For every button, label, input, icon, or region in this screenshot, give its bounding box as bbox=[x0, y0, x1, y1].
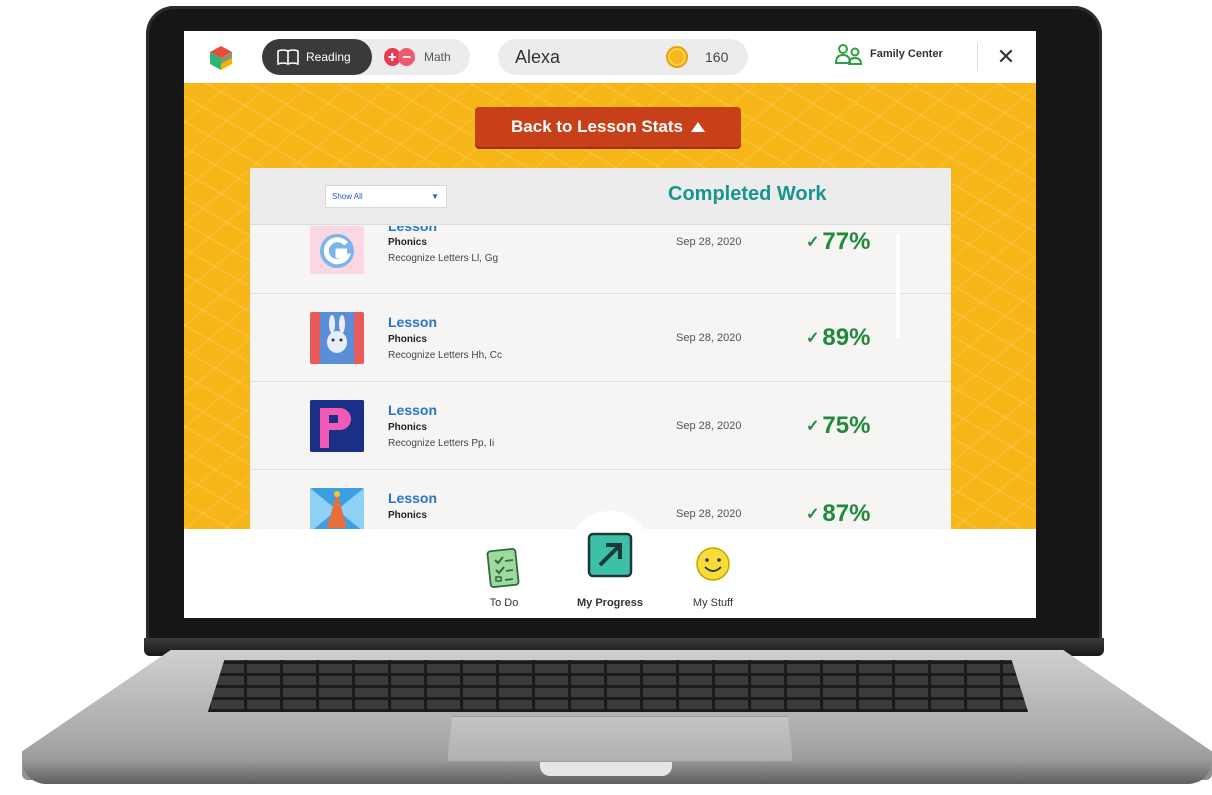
lesson-description: Recognize Letters Ll, Gg bbox=[388, 253, 499, 264]
lesson-score: ✓ 87% bbox=[806, 500, 870, 528]
nav-my-stuff-label: My Stuff bbox=[692, 597, 734, 609]
lesson-category: Phonics bbox=[388, 510, 427, 521]
laptop-notch bbox=[540, 762, 672, 776]
chevron-down-icon: ▼ bbox=[431, 192, 439, 201]
lesson-type: Lesson bbox=[388, 402, 438, 418]
tab-reading-label: Reading bbox=[306, 50, 351, 64]
check-icon: ✓ bbox=[806, 506, 820, 523]
filter-select[interactable]: Show All ▼ bbox=[325, 185, 447, 208]
coin-icon bbox=[666, 46, 688, 68]
laptop-mockup: Reading Math Alexa 160 Family Center ✕ B… bbox=[0, 0, 1212, 795]
completed-work-list: Lesson Phonics Recognize Letters Ll, Gg … bbox=[250, 226, 951, 529]
lesson-type: Lesson bbox=[388, 490, 438, 506]
laptop-keyboard bbox=[208, 660, 1028, 712]
check-icon: ✓ bbox=[806, 418, 820, 435]
plus-minus-icon bbox=[384, 48, 415, 66]
lesson-thumbnail bbox=[310, 226, 364, 274]
lesson-type: Lesson bbox=[388, 226, 438, 234]
progress-arrow-icon bbox=[587, 532, 633, 578]
lesson-date: Sep 28, 2020 bbox=[676, 420, 742, 432]
app-screen: Reading Math Alexa 160 Family Center ✕ B… bbox=[184, 31, 1036, 618]
lesson-category: Phonics bbox=[388, 237, 427, 248]
caret-up-icon bbox=[690, 122, 705, 132]
nav-my-progress-label: My Progress bbox=[576, 597, 644, 609]
tab-math-label: Math bbox=[424, 50, 451, 64]
lesson-score-value: 87% bbox=[822, 500, 871, 527]
tab-reading[interactable]: Reading bbox=[262, 39, 372, 75]
letter-g-thumbnail-icon bbox=[320, 234, 354, 268]
lesson-category: Phonics bbox=[388, 334, 427, 345]
book-icon bbox=[277, 49, 299, 65]
app-logo-cube-icon[interactable] bbox=[209, 45, 233, 71]
lesson-score: ✓ 77% bbox=[806, 228, 870, 256]
lesson-date: Sep 28, 2020 bbox=[676, 508, 742, 520]
family-center-button[interactable]: Family Center bbox=[834, 43, 943, 65]
user-name: Alexa bbox=[515, 47, 561, 67]
lesson-description: Recognize Letters Hh, Cc bbox=[388, 350, 502, 361]
panel-header: Show All ▼ Completed Work bbox=[250, 168, 951, 225]
check-icon: ✓ bbox=[806, 330, 820, 347]
bottom-nav: To Do My Progress My Stuff bbox=[184, 511, 1036, 618]
content-area: Back to Lesson Stats Show All ▼ Complete… bbox=[184, 83, 1036, 529]
checklist-icon bbox=[486, 548, 520, 588]
user-pill[interactable]: Alexa 160 bbox=[498, 39, 748, 75]
back-to-lesson-stats-button[interactable]: Back to Lesson Stats bbox=[475, 107, 741, 147]
lesson-category: Phonics bbox=[388, 422, 427, 433]
lesson-score-value: 77% bbox=[822, 228, 871, 255]
tab-math[interactable]: Math bbox=[384, 39, 451, 75]
coin-count: 160 bbox=[705, 49, 729, 65]
rocket-thumbnail-icon bbox=[310, 488, 364, 529]
rabbit-thumbnail-icon bbox=[320, 312, 354, 364]
panel-title: Completed Work bbox=[668, 183, 827, 205]
lesson-thumbnail bbox=[310, 400, 364, 452]
lesson-type: Lesson bbox=[388, 314, 438, 330]
list-item[interactable]: Lesson Phonics Recognize Letters Pp, Ii … bbox=[250, 382, 951, 470]
lesson-thumbnail bbox=[310, 312, 364, 364]
check-icon: ✓ bbox=[806, 234, 820, 251]
laptop-trackpad bbox=[447, 716, 793, 762]
list-item[interactable]: Lesson Phonics Recognize Letters Ll, Gg … bbox=[250, 226, 951, 294]
lesson-score: ✓ 75% bbox=[806, 412, 870, 440]
lesson-score-value: 89% bbox=[822, 324, 871, 351]
filter-value: Show All bbox=[332, 192, 363, 201]
lesson-date: Sep 28, 2020 bbox=[676, 332, 742, 344]
lesson-score: ✓ 89% bbox=[806, 324, 870, 352]
lesson-description: Recognize Letters Pp, Ii bbox=[388, 438, 495, 449]
lesson-thumbnail bbox=[310, 488, 364, 529]
letter-p-thumbnail-icon bbox=[310, 400, 364, 452]
smiley-icon bbox=[696, 547, 730, 581]
subject-toggle: Reading Math bbox=[262, 39, 470, 75]
topbar-divider bbox=[977, 43, 978, 71]
back-button-label: Back to Lesson Stats bbox=[511, 117, 683, 136]
top-bar: Reading Math Alexa 160 Family Center ✕ bbox=[184, 31, 1036, 83]
lesson-score-value: 75% bbox=[822, 412, 871, 439]
completed-work-panel: Show All ▼ Completed Work Lesson Phonics… bbox=[250, 168, 951, 529]
family-center-label: Family Center bbox=[870, 48, 943, 60]
list-item[interactable]: Lesson Phonics Recognize Letters Hh, Cc … bbox=[250, 294, 951, 382]
lesson-date: Sep 28, 2020 bbox=[676, 236, 742, 248]
nav-to-do-label: To Do bbox=[489, 597, 519, 609]
list-scrollbar[interactable] bbox=[896, 234, 900, 338]
close-icon[interactable]: ✕ bbox=[994, 45, 1018, 69]
family-icon bbox=[834, 44, 863, 65]
